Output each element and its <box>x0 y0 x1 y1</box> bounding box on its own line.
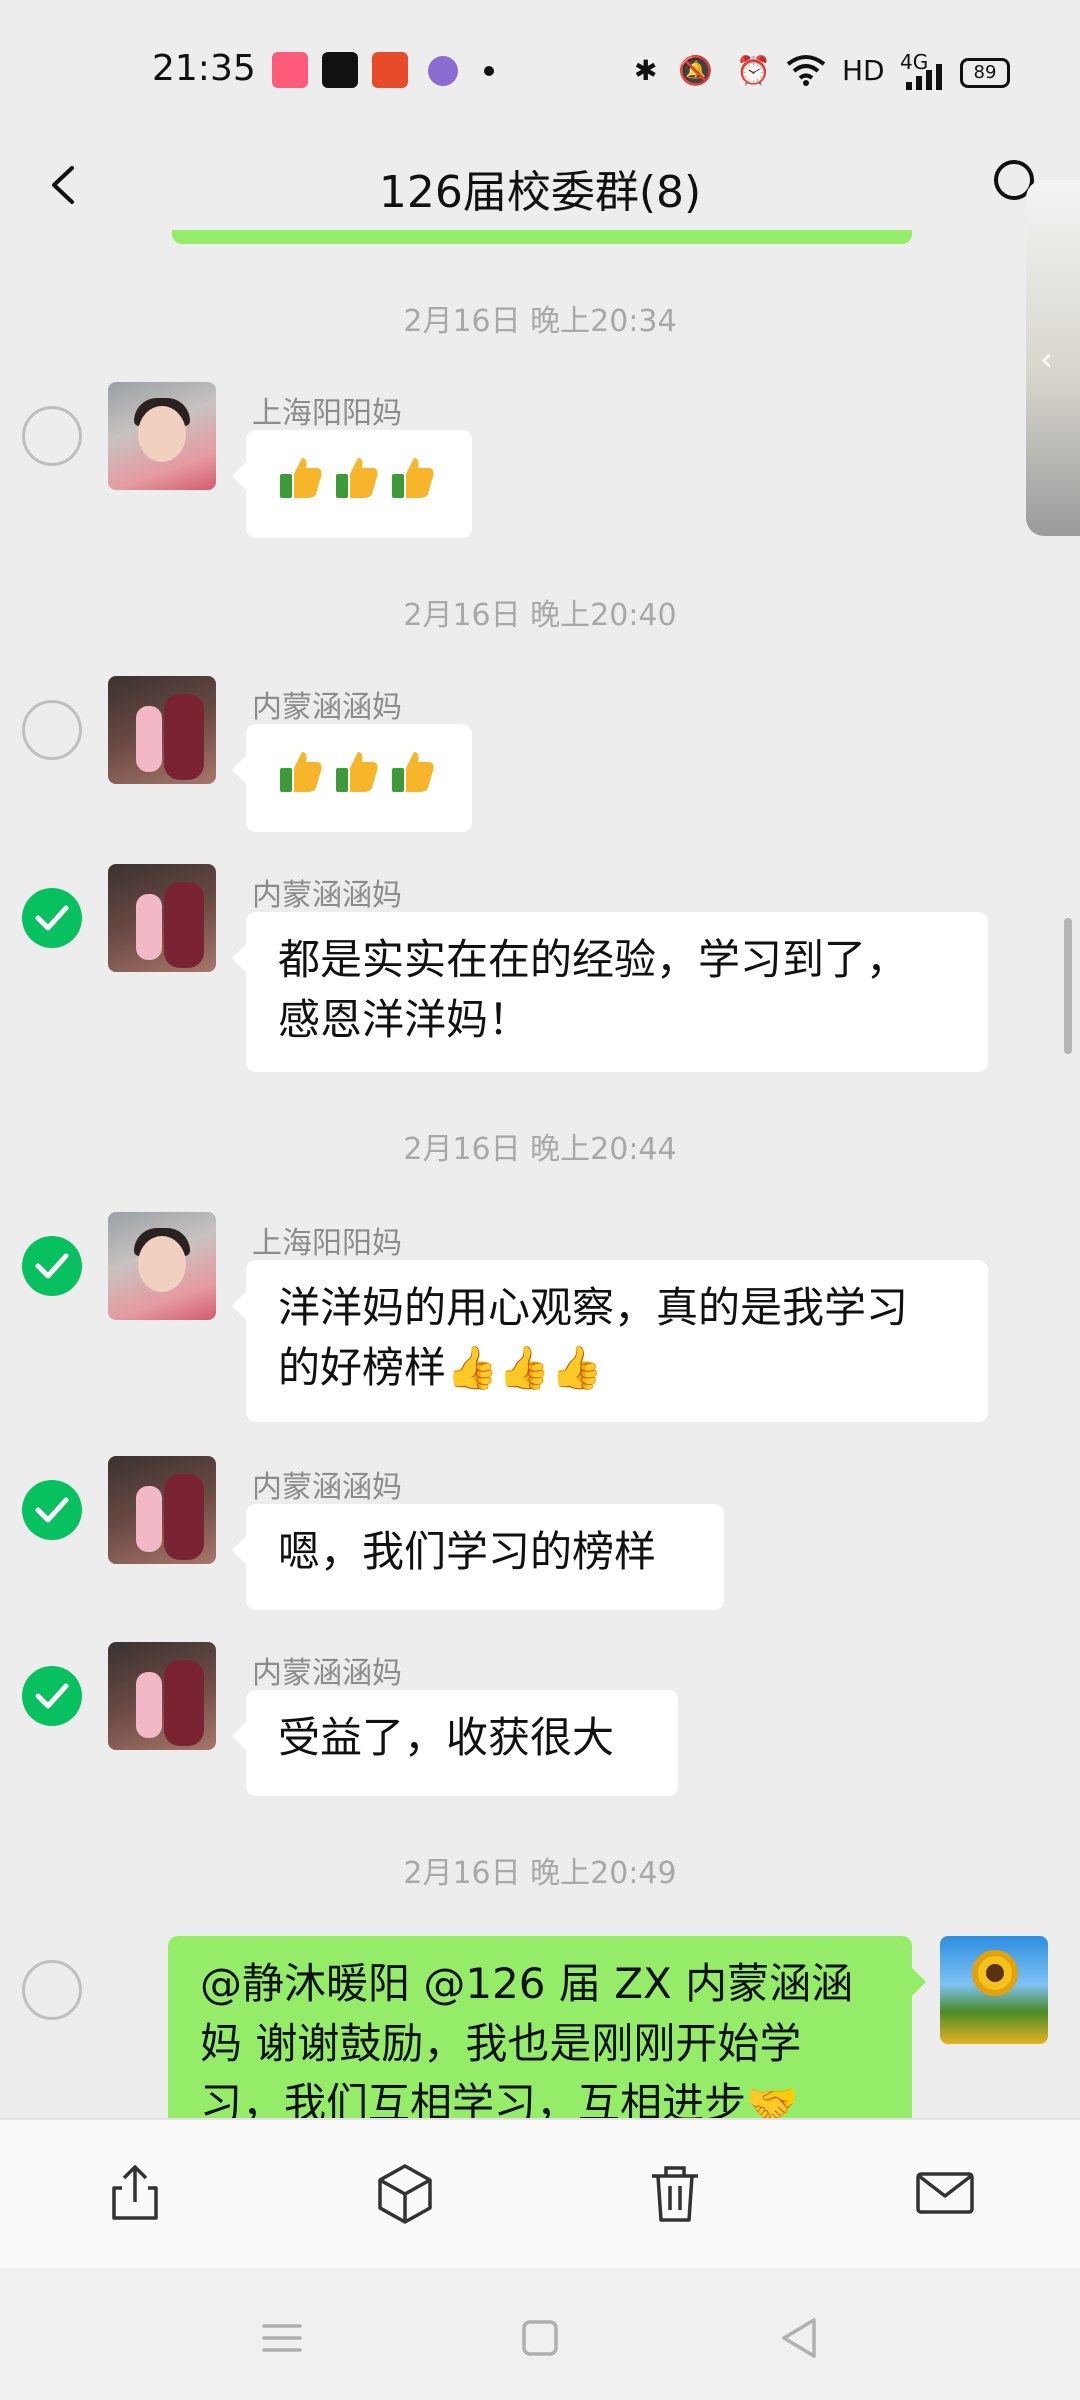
message-text <box>278 448 440 508</box>
system-navigation-bar <box>0 2268 1080 2400</box>
checkmark-icon <box>35 1683 69 1709</box>
box-icon <box>378 2164 432 2224</box>
assistant-icon <box>428 56 458 86</box>
chevron-left-icon: ‹ <box>1040 340 1053 378</box>
sender-name: 内蒙涵涵妈 <box>252 1656 402 1691</box>
news-app-icon <box>372 52 408 88</box>
checkmark-icon <box>35 1497 69 1523</box>
message-text-line: @静沐暖阳 @126 届 ZX 内蒙涵涵 <box>200 1959 854 2008</box>
sender-name: 内蒙涵涵妈 <box>252 1470 402 1505</box>
signal-icon <box>904 64 948 100</box>
delete-icon <box>652 2166 698 2222</box>
recent-apps-button[interactable] <box>252 2308 312 2368</box>
battery-indicator: 89 <box>960 58 1010 88</box>
mail-button[interactable] <box>910 2158 980 2228</box>
favorite-button[interactable] <box>370 2158 440 2228</box>
message-text: 受益了，收获很大 <box>278 1713 615 1762</box>
avatar[interactable] <box>108 1456 216 1564</box>
message-text-line: 都是实实在在的经验，学习到了， <box>278 935 909 984</box>
message-bubble[interactable]: 洋洋妈的用心观察，真的是我学习 的好榜样👍👍👍 <box>232 1260 988 1422</box>
thumbs-up-icon <box>278 454 326 502</box>
timestamp: 2月16日 晚上20:49 <box>403 1856 677 1891</box>
message-bubble[interactable] <box>232 430 472 538</box>
my-avatar[interactable] <box>940 1936 1048 2044</box>
thumbs-up-icon <box>334 748 382 796</box>
message-text-line: 感恩洋洋妈！ <box>278 995 531 1044</box>
message-text <box>278 742 440 802</box>
multi-select-toolbar <box>0 2118 1080 2270</box>
selected-checkbox[interactable] <box>22 1666 82 1726</box>
sender-name: 内蒙涵涵妈 <box>252 690 402 725</box>
delete-button[interactable] <box>640 2158 710 2228</box>
avatar[interactable] <box>108 676 216 784</box>
sender-name: 上海阳阳妈 <box>252 396 402 431</box>
wifi-icon <box>786 54 826 90</box>
status-bar: 21:35 ✱ 🔕 ⏰ HD 4G 89 <box>0 0 1080 140</box>
share-icon <box>112 2165 158 2220</box>
message-text-line: 洋洋妈的用心观察，真的是我学习 <box>278 1283 909 1332</box>
sender-name: 上海阳阳妈 <box>252 1226 402 1261</box>
message-text-line: 的好榜样👍👍👍 <box>278 1343 603 1392</box>
select-checkbox[interactable] <box>22 406 82 466</box>
timestamp: 2月16日 晚上20:40 <box>403 598 677 633</box>
mute-icon: 🔕 <box>678 54 713 87</box>
avatar[interactable] <box>108 1212 216 1320</box>
message-text-line: 妈 谢谢鼓励，我也是刚刚开始学 <box>200 2019 802 2068</box>
page-title: 126届校委群(8) <box>378 167 702 218</box>
home-button[interactable] <box>510 2308 570 2368</box>
chat-header: 126届校委群(8) <box>0 130 1080 240</box>
menu-icon <box>262 2324 302 2352</box>
previous-message-edge <box>172 230 912 244</box>
bluetooth-icon: ✱ <box>634 54 658 87</box>
message-bubble[interactable]: 嗯，我们学习的榜样 <box>232 1504 724 1610</box>
select-checkbox[interactable] <box>22 1960 82 2020</box>
system-back-button[interactable] <box>770 2308 830 2368</box>
hd-label: HD <box>842 54 885 87</box>
message-bubble[interactable]: 受益了，收获很大 <box>232 1690 678 1796</box>
timestamp: 2月16日 晚上20:44 <box>403 1132 677 1167</box>
tiktok-icon <box>322 52 358 88</box>
message-bubble[interactable] <box>232 724 472 832</box>
thumbs-up-icon <box>390 454 438 502</box>
scrollbar[interactable] <box>1064 918 1072 1054</box>
home-icon <box>522 2320 558 2356</box>
floating-side-panel[interactable] <box>1026 180 1080 536</box>
status-time: 21:35 <box>152 48 256 89</box>
thumbs-up-icon <box>390 748 438 796</box>
share-button[interactable] <box>100 2158 170 2228</box>
thumbs-up-icon <box>334 454 382 502</box>
message-text: 嗯，我们学习的榜样 <box>278 1527 657 1576</box>
checkmark-icon <box>35 1253 69 1279</box>
camera-app-icon <box>272 52 308 88</box>
timestamp: 2月16日 晚上20:34 <box>403 304 677 339</box>
sender-name: 内蒙涵涵妈 <box>252 878 402 913</box>
triangle-back-icon <box>782 2318 816 2358</box>
selected-checkbox[interactable] <box>22 888 82 948</box>
mail-icon <box>916 2172 974 2214</box>
avatar[interactable] <box>108 1642 216 1750</box>
alarm-icon: ⏰ <box>736 54 771 87</box>
selected-checkbox[interactable] <box>22 1480 82 1540</box>
selected-checkbox[interactable] <box>22 1236 82 1296</box>
more-notifications-icon <box>484 66 494 76</box>
message-bubble[interactable]: 都是实实在在的经验，学习到了， 感恩洋洋妈！ <box>232 912 988 1072</box>
avatar[interactable] <box>108 864 216 972</box>
avatar[interactable] <box>108 382 216 490</box>
thumbs-up-icon <box>278 748 326 796</box>
select-checkbox[interactable] <box>22 700 82 760</box>
checkmark-icon <box>35 905 69 931</box>
